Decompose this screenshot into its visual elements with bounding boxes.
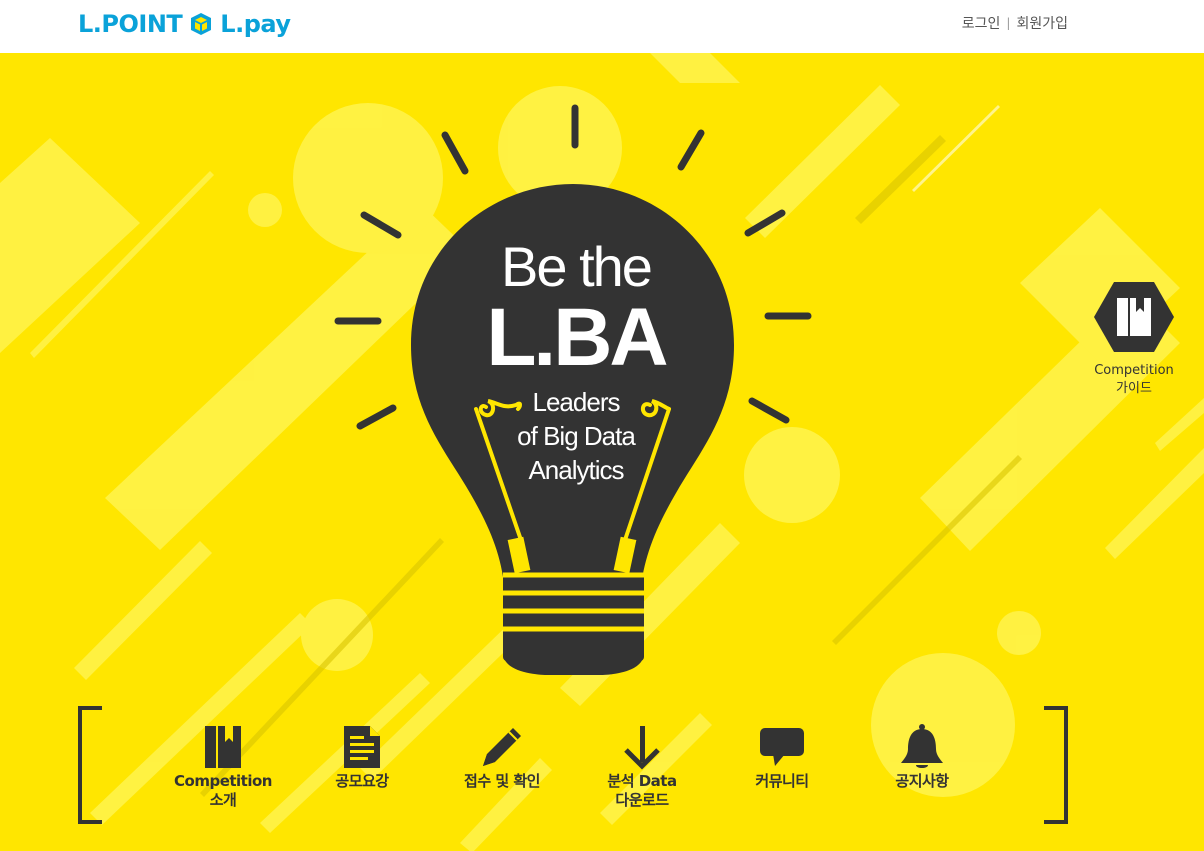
auth-separator: | [1006, 16, 1011, 30]
menu-label-line1: 분석 Data [607, 772, 677, 790]
login-link[interactable]: 로그인 [962, 13, 1001, 33]
menu-label-line1: 공지사항 [895, 772, 949, 790]
guide-label-line1: Competition [1094, 363, 1174, 378]
menu-item-competition-intro[interactable]: Competition 소개 [163, 722, 283, 810]
signup-link[interactable]: 회원가입 [1016, 13, 1068, 33]
pencil-icon [483, 728, 521, 766]
right-bracket [1044, 706, 1068, 824]
bell-icon [901, 724, 943, 768]
menu-item-data-download[interactable]: 분석 Data 다운로드 [582, 722, 702, 810]
menu-label-line2: 다운로드 [615, 791, 669, 809]
menu-item-notices[interactable]: 공지사항 [862, 722, 982, 791]
download-icon [624, 726, 660, 770]
menu-label-line1: 접수 및 확인 [464, 772, 540, 790]
guide-label-line2: 가이드 [1116, 381, 1152, 396]
lpay-logo-text: L.pay [220, 10, 291, 38]
site-header: L.POINT L.pay 로그인 | 회원가입 [0, 0, 1204, 53]
menu-label-line1: 커뮤니티 [755, 772, 809, 790]
menu-label-line2: 소개 [209, 791, 237, 809]
auth-links: 로그인 | 회원가입 [962, 13, 1068, 33]
hero-title-line2: L.BA [486, 292, 667, 383]
hero-banner: Be the L.BA Leaders of Big Data Analytic… [0, 53, 1204, 851]
cube-logo-icon [191, 13, 212, 35]
chat-icon [760, 728, 804, 766]
lpoint-logo-text: L.POINT [78, 10, 183, 38]
menu-label-line1: 공모요강 [335, 772, 389, 790]
left-bracket [78, 706, 102, 824]
hero-subtitle-line2: of Big Data [517, 421, 636, 451]
hero-title-line1: Be the [501, 235, 651, 298]
menu-item-submission[interactable]: 접수 및 확인 [442, 722, 562, 791]
hero-subtitle-line3: Analytics [528, 455, 624, 485]
brand-logo[interactable]: L.POINT L.pay [78, 10, 291, 38]
hexagon-badge-icon [1094, 282, 1174, 352]
book-icon [1117, 298, 1151, 336]
menu-label-line1: Competition [174, 772, 272, 790]
menu-item-community[interactable]: 커뮤니티 [722, 722, 842, 791]
main-menu: Competition 소개 공모요강 접수 및 확인 분석 Data 다운로드… [0, 706, 1204, 826]
document-icon [344, 726, 380, 768]
competition-guide-button[interactable]: Competition 가이드 [1092, 282, 1176, 398]
menu-item-guidelines[interactable]: 공모요강 [302, 722, 422, 791]
book-icon [205, 726, 241, 768]
hero-subtitle-line1: Leaders [533, 387, 621, 417]
